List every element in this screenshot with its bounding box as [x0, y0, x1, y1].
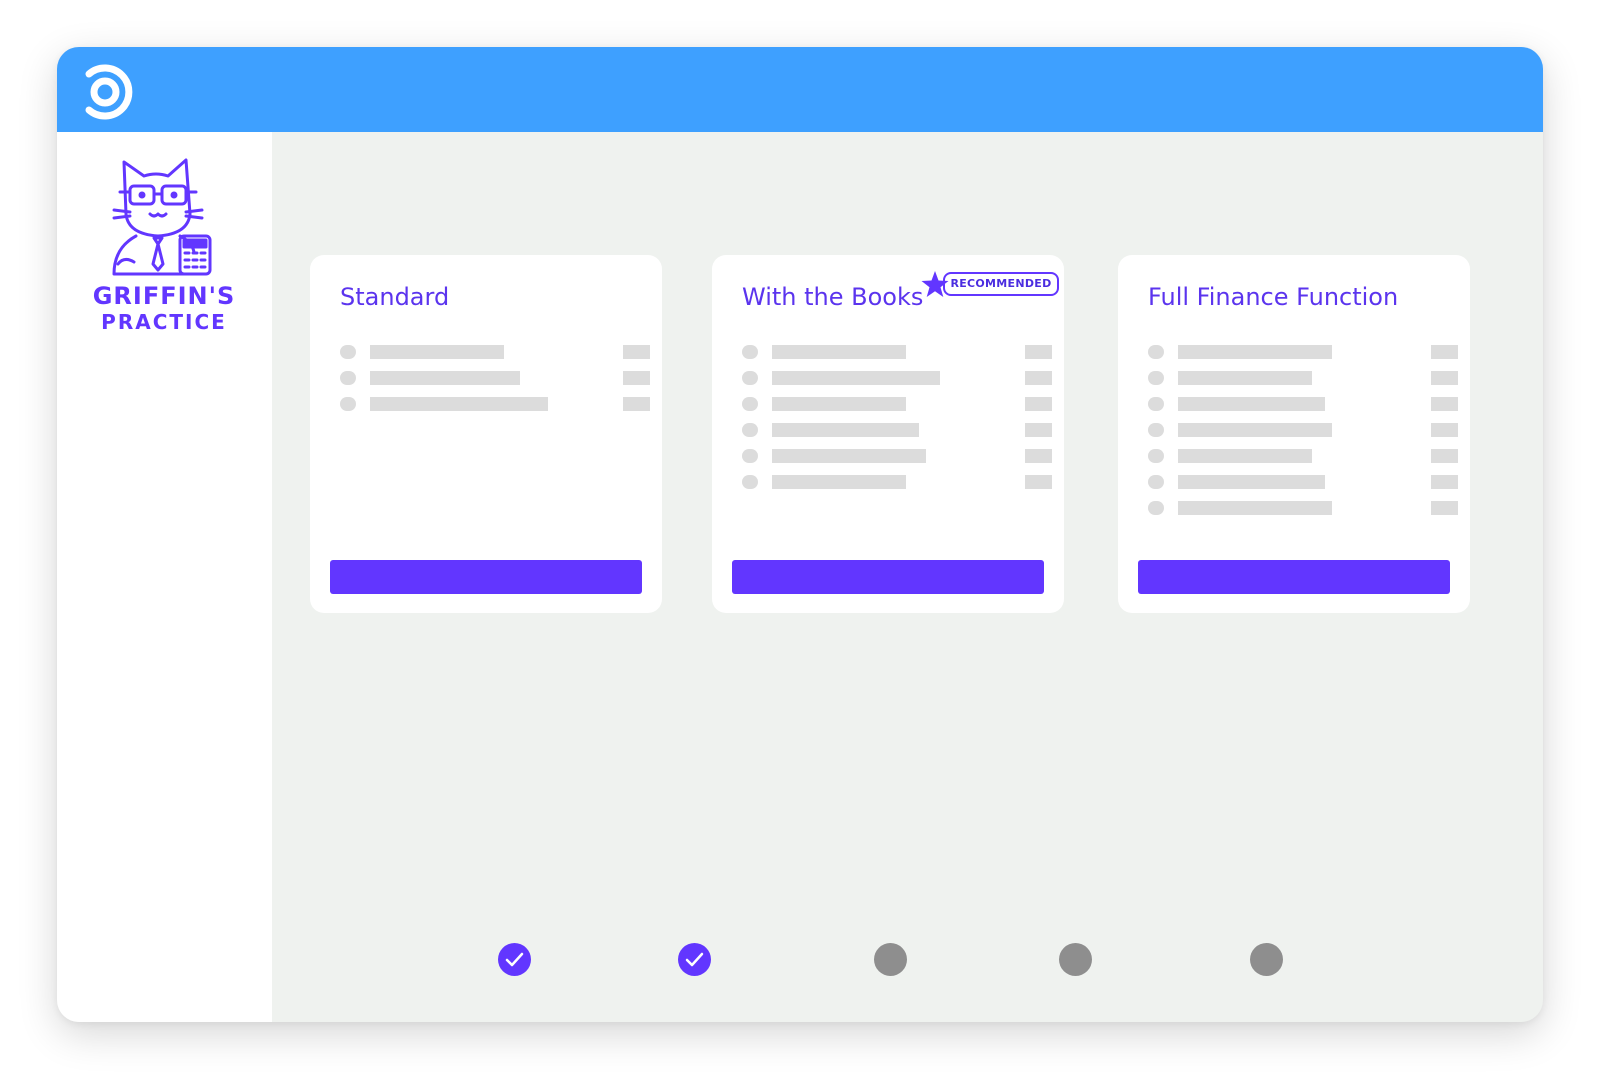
app-window: GRIFFIN'S PRACTICE Standard With the Boo… — [57, 47, 1543, 1022]
select-plan-button[interactable] — [732, 560, 1044, 594]
top-bar — [57, 47, 1543, 132]
price-placeholder — [1025, 345, 1052, 359]
plan-title: Standard — [340, 283, 450, 311]
feature-row — [1148, 449, 1458, 463]
feature-placeholder — [772, 345, 906, 359]
feature-row — [742, 449, 1052, 463]
bullet-icon — [1148, 423, 1164, 437]
feature-row — [742, 345, 1052, 359]
feature-row — [340, 345, 650, 359]
feature-row — [742, 371, 1052, 385]
bullet-icon — [742, 397, 758, 411]
progress-step-2[interactable] — [678, 943, 711, 976]
feature-row — [742, 397, 1052, 411]
bullet-icon — [742, 423, 758, 437]
price-placeholder — [1431, 449, 1458, 463]
plan-card-full-finance-function[interactable]: Full Finance Function — [1118, 255, 1470, 613]
bullet-icon — [1148, 345, 1164, 359]
feature-placeholder — [1178, 397, 1325, 411]
bullet-icon — [1148, 371, 1164, 385]
feature-row — [340, 371, 650, 385]
price-placeholder — [623, 345, 650, 359]
price-placeholder — [1025, 475, 1052, 489]
plan-card-standard[interactable]: Standard — [310, 255, 662, 613]
price-placeholder — [1431, 423, 1458, 437]
feature-row — [1148, 371, 1458, 385]
feature-placeholder — [370, 345, 504, 359]
app-logo-icon[interactable] — [79, 62, 133, 120]
badge-label: RECOMMENDED — [943, 272, 1059, 296]
feature-placeholder — [1178, 423, 1332, 437]
price-placeholder — [623, 371, 650, 385]
bullet-icon — [340, 345, 356, 359]
bullet-icon — [742, 475, 758, 489]
sidebar: GRIFFIN'S PRACTICE — [57, 132, 272, 1022]
feature-placeholder — [1178, 501, 1332, 515]
price-placeholder — [1025, 423, 1052, 437]
progress-step-1[interactable] — [498, 943, 531, 976]
bullet-icon — [1148, 475, 1164, 489]
feature-row — [1148, 345, 1458, 359]
bullet-icon — [1148, 501, 1164, 515]
feature-placeholder — [1178, 371, 1312, 385]
price-placeholder — [1431, 501, 1458, 515]
feature-placeholder — [1178, 449, 1312, 463]
bullet-icon — [742, 345, 758, 359]
price-placeholder — [1025, 371, 1052, 385]
bullet-icon — [1148, 397, 1164, 411]
practice-brand: GRIFFIN'S PRACTICE — [84, 152, 244, 334]
check-icon — [505, 952, 524, 967]
progress-step-4[interactable] — [1059, 943, 1092, 976]
select-plan-button[interactable] — [1138, 560, 1450, 594]
price-placeholder — [623, 397, 650, 411]
price-placeholder — [1025, 449, 1052, 463]
feature-placeholder — [1178, 345, 1332, 359]
price-placeholder — [1431, 371, 1458, 385]
plan-card-with-the-books[interactable]: With the Books RECOMMENDED — [712, 255, 1064, 613]
star-icon — [921, 271, 949, 297]
feature-row — [1148, 475, 1458, 489]
feature-row — [1148, 397, 1458, 411]
cat-accountant-logo-icon — [112, 158, 212, 276]
feature-placeholder — [370, 397, 548, 411]
price-placeholder — [1431, 475, 1458, 489]
feature-row — [340, 397, 650, 411]
feature-placeholder — [370, 371, 520, 385]
plan-title: With the Books — [742, 283, 924, 311]
bullet-icon — [742, 371, 758, 385]
price-placeholder — [1431, 345, 1458, 359]
feature-placeholder — [772, 423, 919, 437]
practice-name: GRIFFIN'S — [92, 282, 236, 310]
feature-placeholder — [772, 371, 940, 385]
feature-row — [1148, 423, 1458, 437]
feature-placeholder — [772, 449, 926, 463]
price-placeholder — [1025, 397, 1052, 411]
progress-step-3[interactable] — [874, 943, 907, 976]
select-plan-button[interactable] — [330, 560, 642, 594]
bullet-icon — [1148, 449, 1164, 463]
feature-row — [742, 423, 1052, 437]
feature-row — [742, 475, 1052, 489]
feature-row — [1148, 501, 1458, 515]
bullet-icon — [340, 397, 356, 411]
progress-step-5[interactable] — [1250, 943, 1283, 976]
bullet-icon — [742, 449, 758, 463]
feature-placeholder — [772, 397, 906, 411]
feature-placeholder — [1178, 475, 1325, 489]
check-icon — [685, 952, 704, 967]
bullet-icon — [340, 371, 356, 385]
feature-placeholder — [772, 475, 906, 489]
plan-title: Full Finance Function — [1148, 283, 1399, 311]
practice-subname: PRACTICE — [101, 310, 227, 334]
price-placeholder — [1431, 397, 1458, 411]
